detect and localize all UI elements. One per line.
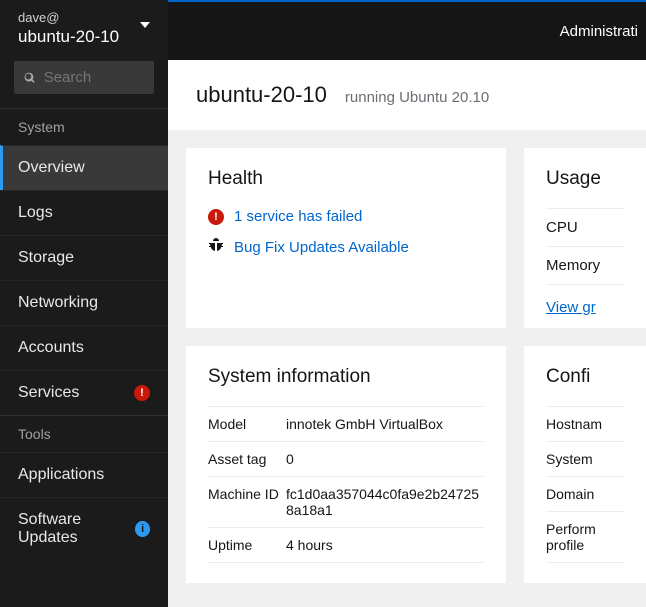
health-card: Health ! 1 service has failed Bug Fix Up… xyxy=(186,148,506,328)
asset-key: Asset tag xyxy=(208,451,286,467)
sysinfo-title: System information xyxy=(208,366,484,388)
sidebar-item-applications[interactable]: Applications xyxy=(0,452,168,497)
config-title: Confi xyxy=(546,366,624,388)
usage-title: Usage xyxy=(546,168,624,190)
nav-header-system: System xyxy=(0,108,168,145)
health-title: Health xyxy=(208,168,484,190)
page-subtitle: running Ubuntu 20.10 xyxy=(345,89,489,106)
systime-key: System xyxy=(546,451,624,467)
error-icon: ! xyxy=(208,209,224,225)
model-value: innotek GmbH VirtualBox xyxy=(286,416,443,432)
model-key: Model xyxy=(208,416,286,432)
page-title: ubuntu-20-10 xyxy=(196,82,327,108)
sidebar-item-services[interactable]: Services ! xyxy=(0,370,168,415)
admin-link[interactable]: Administrati xyxy=(560,23,638,40)
main-area: Administrati ubuntu-20-10 running Ubuntu… xyxy=(168,0,646,607)
sidebar-item-accounts[interactable]: Accounts xyxy=(0,325,168,370)
usage-cpu-label: CPU xyxy=(546,219,578,236)
sidebar-item-storage[interactable]: Storage xyxy=(0,235,168,280)
sidebar-item-software-updates[interactable]: Software Updates i xyxy=(0,497,168,560)
page-header: ubuntu-20-10 running Ubuntu 20.10 xyxy=(168,60,646,130)
search-box[interactable] xyxy=(14,61,154,94)
uptime-key: Uptime xyxy=(208,537,286,553)
asset-value: 0 xyxy=(286,451,294,467)
hostname-key: Hostnam xyxy=(546,416,624,432)
nav-header-tools: Tools xyxy=(0,415,168,452)
perf-key: Performprofile xyxy=(546,521,624,553)
uptime-value: 4 hours xyxy=(286,537,333,553)
usage-view-link[interactable]: View gr xyxy=(546,299,596,316)
host-name: ubuntu-20-10 xyxy=(18,27,150,47)
sidebar-item-overview[interactable]: Overview xyxy=(0,145,168,190)
usage-memory-label: Memory xyxy=(546,257,600,274)
topbar: Administrati xyxy=(168,0,646,60)
sidebar: dave@ ubuntu-20-10 System Overview Logs … xyxy=(0,0,168,607)
sidebar-item-logs[interactable]: Logs xyxy=(0,190,168,235)
search-input[interactable] xyxy=(44,69,144,86)
health-bugfix-link[interactable]: Bug Fix Updates Available xyxy=(234,239,409,256)
bug-icon xyxy=(208,237,224,257)
domain-key: Domain xyxy=(546,486,624,502)
host-selector[interactable]: dave@ ubuntu-20-10 xyxy=(0,0,168,61)
alert-badge-icon: ! xyxy=(134,385,150,401)
sidebar-item-networking[interactable]: Networking xyxy=(0,280,168,325)
machine-value: fc1d0aa357044c0fa9e2b247258a18a1 xyxy=(286,486,484,518)
chevron-down-icon xyxy=(140,22,150,28)
info-badge-icon: i xyxy=(135,521,150,537)
search-icon xyxy=(24,71,36,85)
host-user: dave@ xyxy=(18,10,150,25)
config-card: Confi Hostnam System Domain Performprofi… xyxy=(524,346,646,583)
sysinfo-card: System information Modelinnotek GmbH Vir… xyxy=(186,346,506,583)
machine-key: Machine ID xyxy=(208,486,286,518)
usage-card: Usage CPU Memory View gr xyxy=(524,148,646,328)
health-failed-link[interactable]: 1 service has failed xyxy=(234,208,362,225)
